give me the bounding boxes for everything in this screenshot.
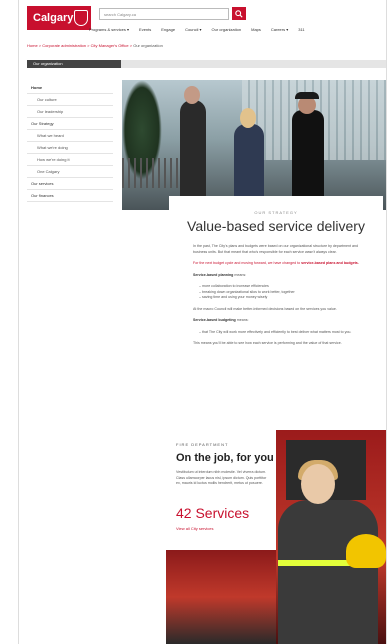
sidebar-item-our-finances[interactable]: Our finances [27, 190, 113, 202]
nav-engage[interactable]: Engage [161, 27, 175, 35]
hero-person-officer [292, 110, 324, 210]
sidebar-item-what-we-heard[interactable]: What we heard [27, 130, 113, 142]
nav-311[interactable]: 311 [298, 27, 304, 35]
nav-events[interactable]: Events [139, 27, 151, 35]
strategy-paragraph-3: At the macro Council will make better-in… [193, 306, 337, 311]
hero-photo [122, 80, 386, 210]
nav-careers[interactable]: Careers ▾ [271, 27, 288, 35]
planning-label: Service-based planning [193, 272, 234, 277]
breadcrumb-corporate-admin[interactable]: Corporate administration [42, 43, 86, 48]
hero-officer-cap [295, 92, 319, 99]
fire-eyebrow: FIRE DEPARTMENT [176, 442, 229, 447]
strategy-paragraph-4: This means you'll be able to see how eac… [193, 341, 342, 345]
sidebar-item-our-services[interactable]: Our services [27, 178, 113, 190]
strategy-body: In the past, The City's plans and budget… [193, 244, 363, 353]
strategy-paragraph-1: In the past, The City's plans and budget… [193, 244, 359, 254]
firefighter-helmet [346, 534, 386, 568]
nav-programs-services[interactable]: Programs & services ▾ [89, 27, 129, 35]
section-label: Our organization [27, 60, 121, 68]
fire-truck-lower-image [166, 550, 276, 644]
service-based-plans-link[interactable]: service-based plans and budgets. [301, 261, 359, 265]
hero-person-woman-head [240, 108, 256, 128]
sidebar-item-our-leadership[interactable]: Our leadership [27, 106, 113, 118]
site-header: Calgary search Calgary.ca Programs & ser… [19, 0, 386, 36]
sidebar-item-our-culture[interactable]: Our culture [27, 94, 113, 106]
planning-list: more collaboration to increase efficienc… [193, 284, 363, 301]
strategy-title: Value-based service delivery [187, 218, 365, 234]
budgeting-label: Service-based budgeting [193, 318, 236, 322]
search-icon [235, 9, 243, 18]
breadcrumb-current: Our organization [133, 43, 163, 48]
planning-heading: Service-based planning means: [193, 273, 363, 279]
view-all-services-link[interactable]: View all City services [176, 526, 214, 531]
strategy-eyebrow: OUR STRATEGY [254, 210, 298, 215]
strategy-p2-text: For the next budget cycle and moving for… [193, 261, 302, 265]
breadcrumb-city-managers-office[interactable]: City Manager's Office [91, 43, 129, 48]
fire-department-promo: FIRE DEPARTMENT On the job, for you Vest… [166, 430, 386, 644]
list-item: that The City will work more effectively… [199, 330, 363, 336]
sidebar-nav: Home Our culture Our leadership Our Stra… [27, 82, 113, 202]
firefighter-body [278, 500, 378, 644]
hero-person-man [180, 100, 206, 210]
nav-maps[interactable]: Maps [251, 27, 261, 35]
browser-page: Calgary search Calgary.ca Programs & ser… [18, 0, 387, 644]
sidebar-item-one-calgary[interactable]: One Calgary [27, 166, 113, 178]
section-bar: Our organization [27, 60, 386, 68]
hero-railing [122, 158, 182, 188]
nav-council[interactable]: Council ▾ [185, 27, 201, 35]
breadcrumb-home[interactable]: Home [27, 43, 38, 48]
logo-text: Calgary [33, 12, 74, 24]
calgary-logo[interactable]: Calgary [27, 6, 91, 30]
sidebar-item-how-were-doing-it[interactable]: How we're doing it [27, 154, 113, 166]
sidebar-item-home[interactable]: Home [27, 82, 113, 94]
services-count: 42 Services [176, 505, 250, 521]
sidebar-item-our-strategy[interactable]: Our Strategy [27, 118, 113, 130]
nav-our-organization[interactable]: Our organization [212, 27, 242, 35]
search-button[interactable] [232, 7, 246, 20]
budgeting-suffix: means: [235, 318, 249, 322]
planning-suffix: means: [233, 272, 247, 277]
sidebar-item-what-were-doing[interactable]: What we're doing [27, 142, 113, 154]
list-item: saving time and using your money wisely [199, 295, 363, 301]
budgeting-list: that The City will work more effectively… [193, 330, 363, 336]
strategy-card: OUR STRATEGY Value-based service deliver… [169, 196, 383, 426]
firefighter-face [301, 464, 335, 504]
search-input[interactable]: search Calgary.ca [99, 8, 229, 20]
hero-person-man-head [184, 86, 200, 104]
city-crest-icon [74, 10, 88, 26]
fire-title: On the job, for you [176, 452, 274, 464]
budgeting-heading: Service-based budgeting means: [193, 318, 363, 324]
breadcrumb: Home > Corporate administration > City M… [27, 43, 163, 48]
main-nav: Programs & services ▾ Events Engage Coun… [89, 27, 386, 35]
strategy-paragraph-2: For the next budget cycle and moving for… [193, 261, 363, 267]
fire-body: Vestibulum ut interdum nibh molestie. Ve… [176, 470, 267, 485]
